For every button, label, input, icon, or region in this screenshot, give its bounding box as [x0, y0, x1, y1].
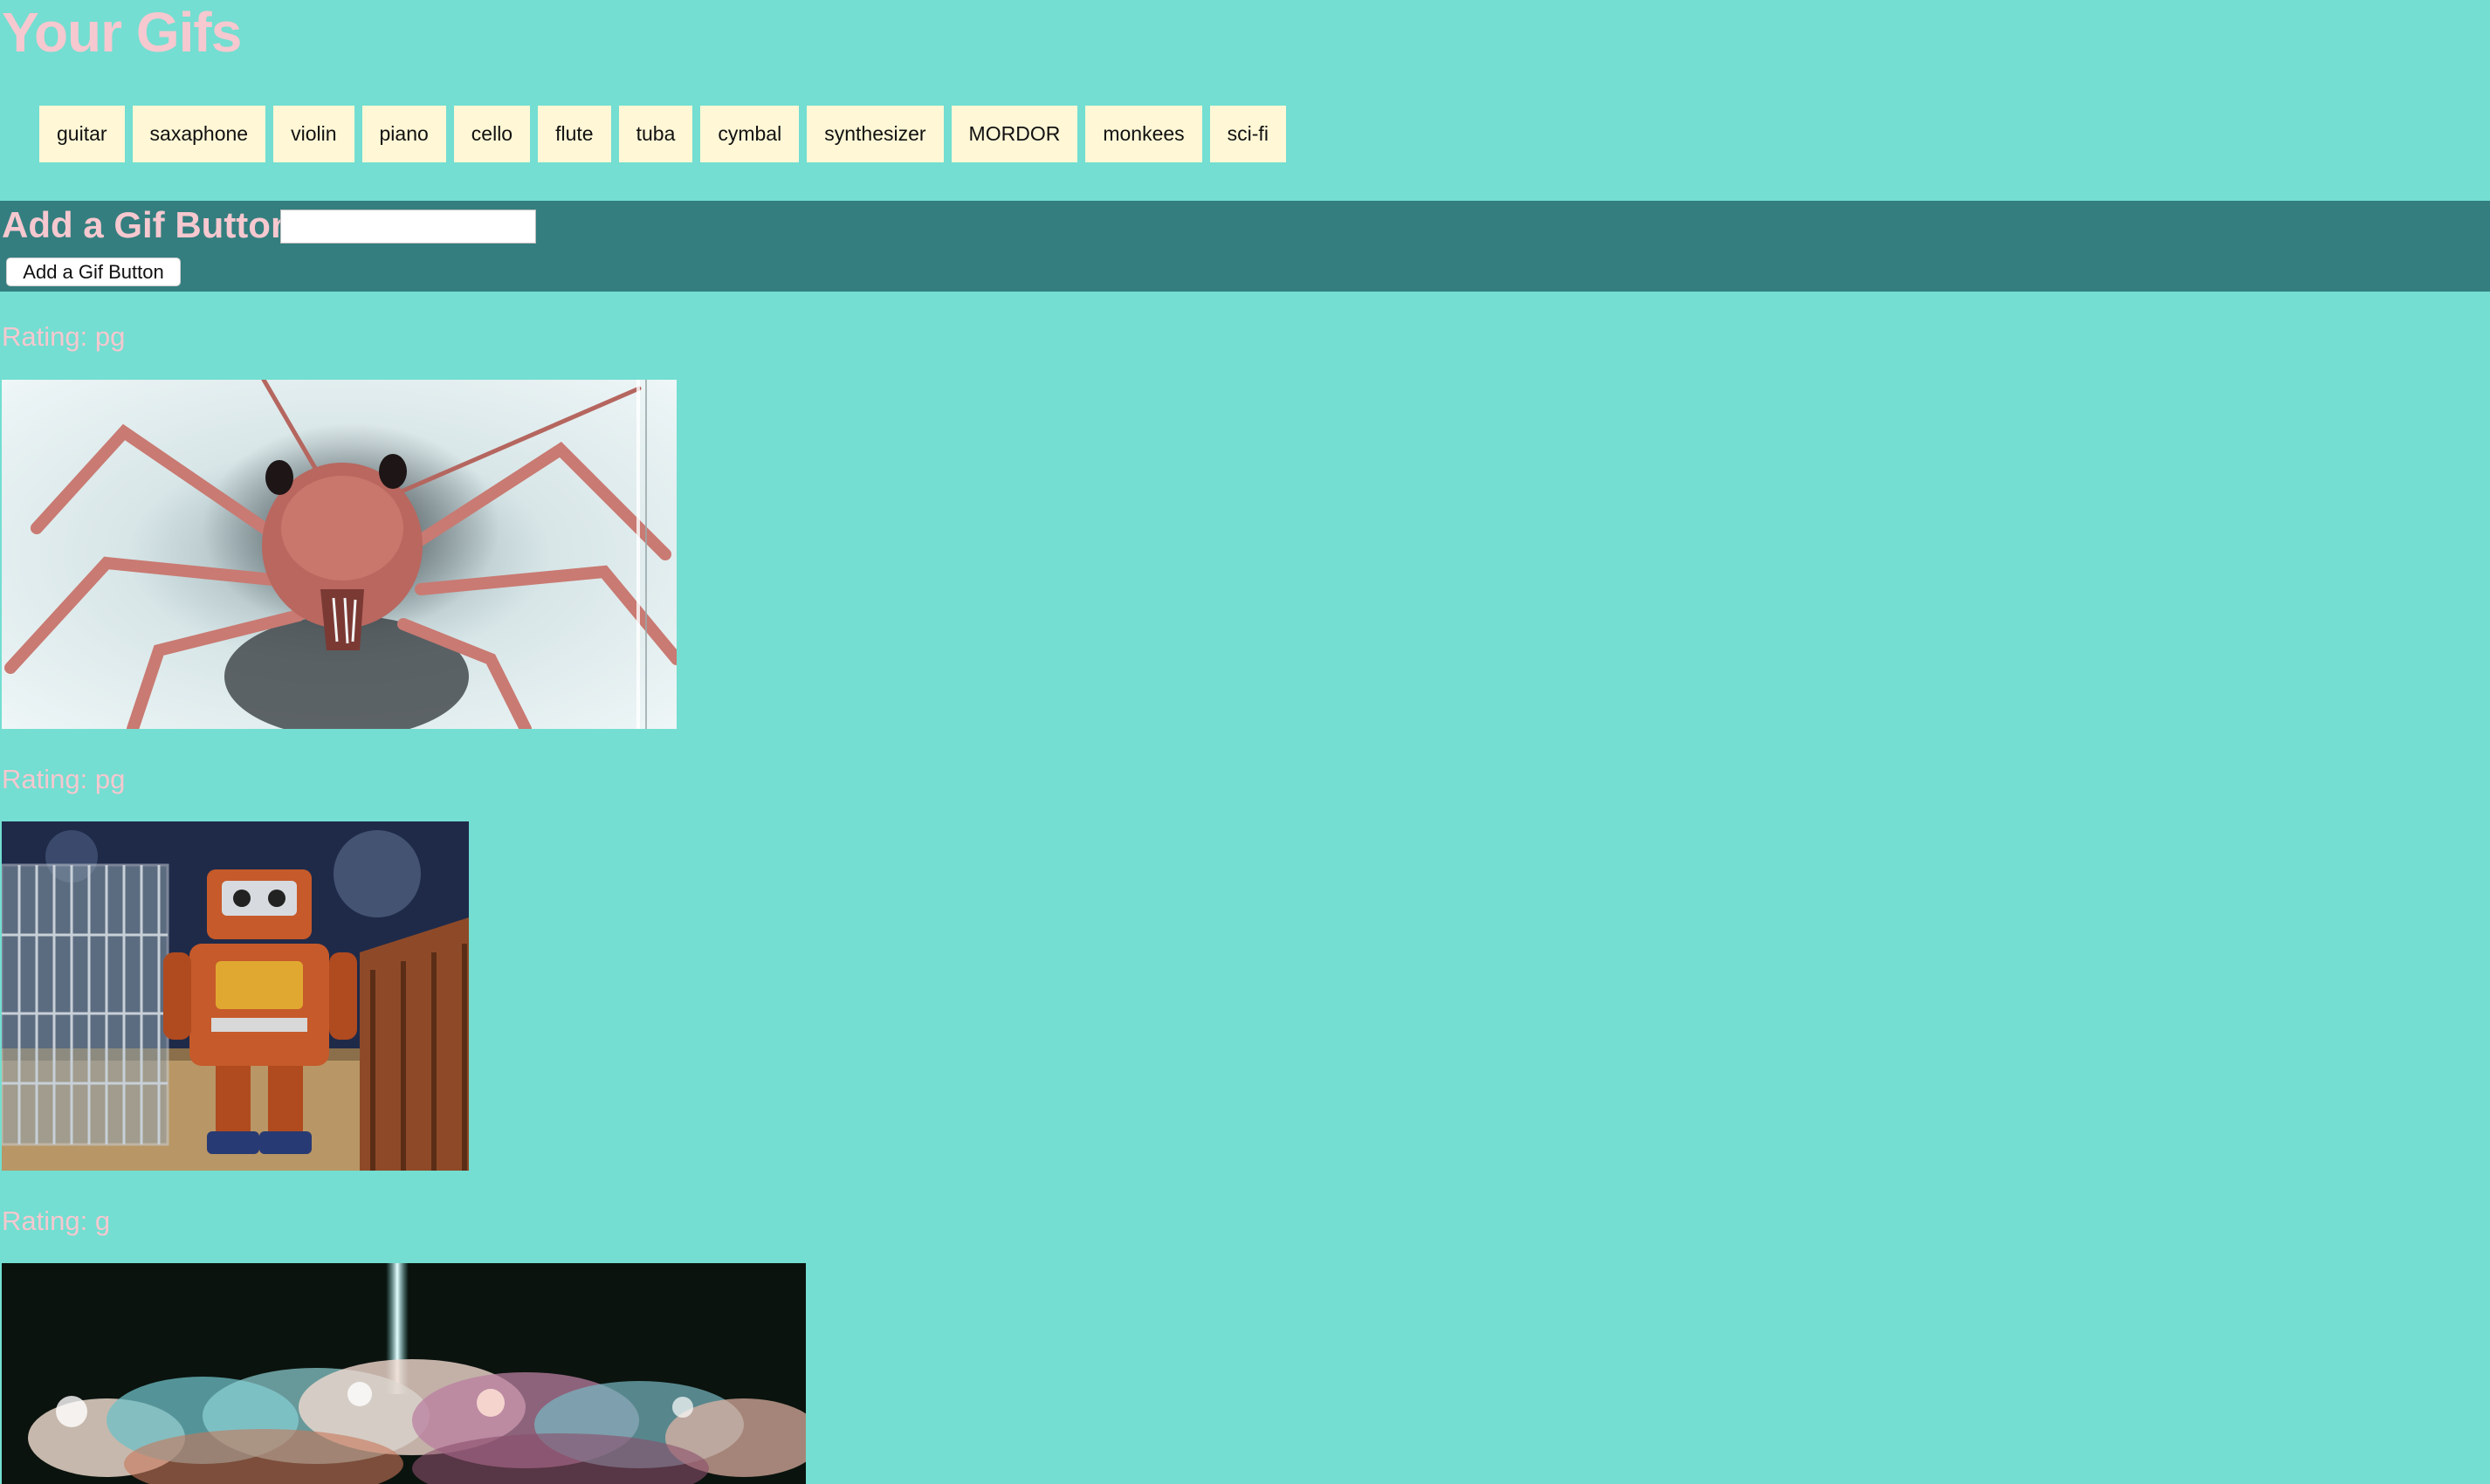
topic-button-mordor[interactable]: MORDOR [951, 106, 1078, 162]
gif-image-nebula[interactable] [2, 1263, 806, 1484]
gif-rating: Rating: pg [2, 764, 126, 794]
page-title: Your Gifs [2, 1, 242, 64]
topic-button-guitar[interactable]: guitar [39, 106, 125, 162]
ant-illustration [2, 380, 677, 729]
nebula-illustration [2, 1263, 806, 1484]
gif-image-ant[interactable] [2, 380, 677, 729]
topic-button-synthesizer[interactable]: synthesizer [807, 106, 944, 162]
topic-button-monkees[interactable]: monkees [1085, 106, 1202, 162]
gif-rating: Rating: g [2, 1206, 111, 1236]
topic-button-violin[interactable]: violin [273, 106, 354, 162]
add-gif-heading: Add a Gif Button [2, 204, 293, 245]
topic-button-saxaphone[interactable]: saxaphone [132, 106, 266, 162]
add-gif-submit-button[interactable]: Add a Gif Button [6, 258, 181, 286]
topic-button-tuba[interactable]: tuba [618, 106, 693, 162]
topic-button-cymbal[interactable]: cymbal [700, 106, 800, 162]
topic-button-row: guitar saxaphone violin piano cello flut… [39, 106, 1286, 162]
topic-button-cello[interactable]: cello [453, 106, 531, 162]
topic-button-sci-fi[interactable]: sci-fi [1209, 106, 1286, 162]
topic-button-piano[interactable]: piano [361, 106, 446, 162]
add-gif-form: Add a Gif Button Add a Gif Button [0, 201, 2490, 292]
topic-button-flute[interactable]: flute [538, 106, 611, 162]
gif-rating: Rating: pg [2, 321, 126, 352]
gif-image-robot[interactable] [2, 821, 469, 1171]
robot-illustration [2, 821, 469, 1171]
add-gif-input[interactable] [280, 210, 536, 244]
